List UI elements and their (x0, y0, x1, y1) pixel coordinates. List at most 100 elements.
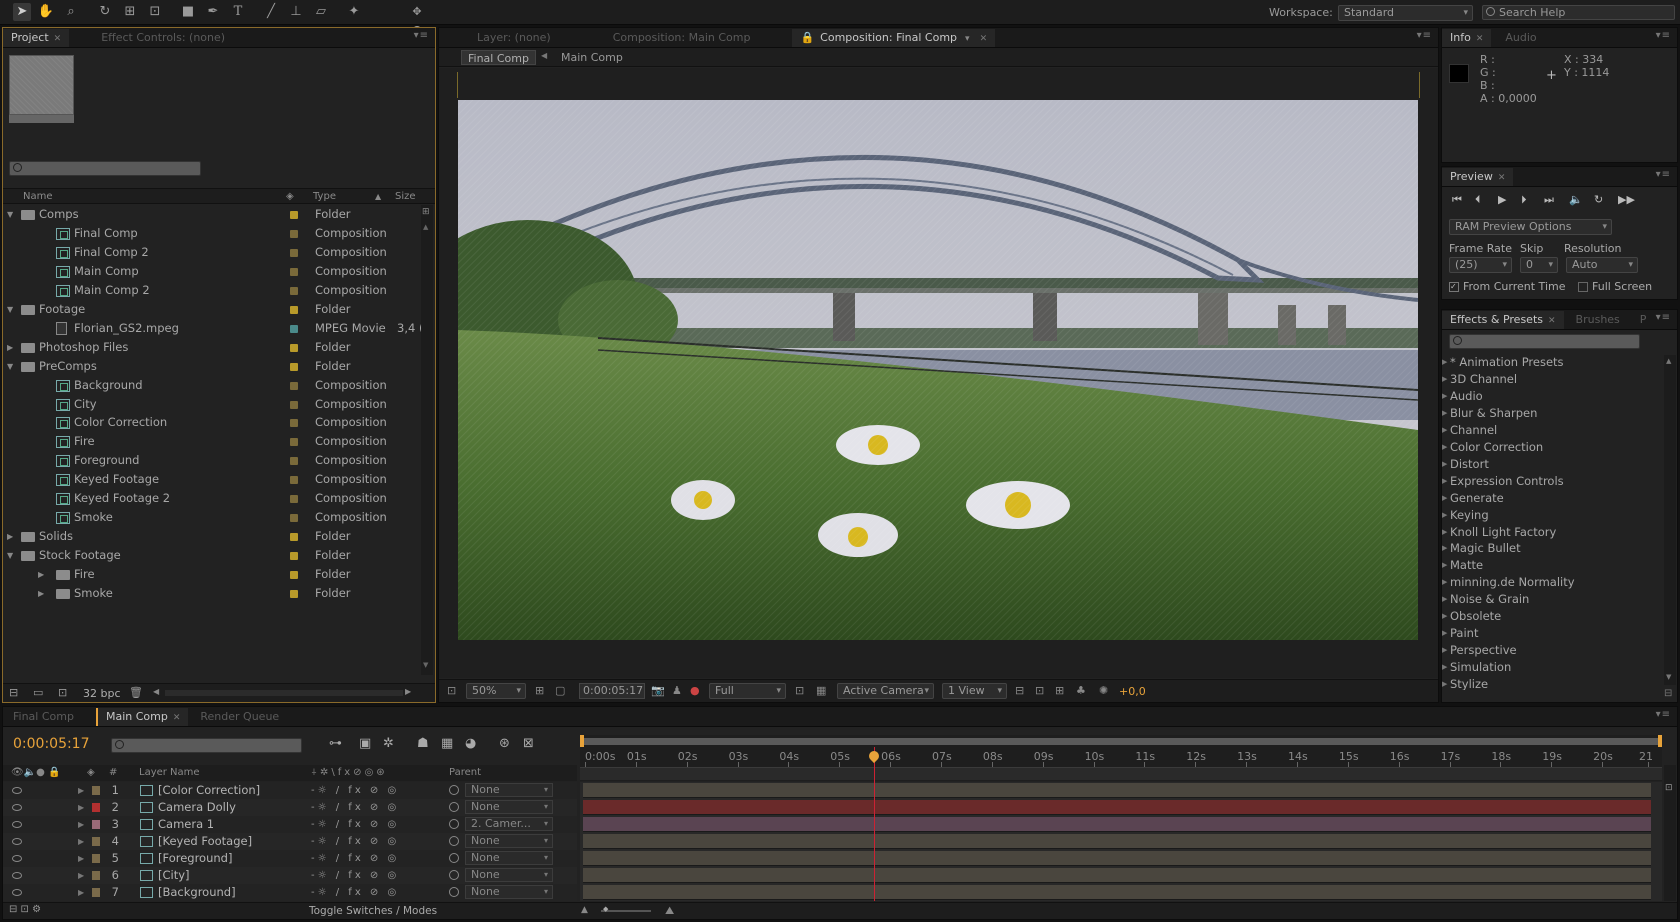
next-frame-icon[interactable]: ⏵ (1521, 193, 1527, 207)
resize-grip-icon[interactable]: ⊟ (1664, 688, 1672, 699)
twirl-open-icon[interactable]: ▼ (7, 357, 13, 376)
label-color-swatch[interactable] (290, 305, 298, 314)
project-item[interactable]: ▶ Fire Folder (3, 565, 395, 584)
breadcrumb-main-comp[interactable]: Main Comp (561, 51, 623, 64)
project-scrollbar[interactable]: ⊞ ▲ ▼ (421, 205, 433, 675)
work-area-end-icon[interactable] (1658, 735, 1662, 747)
label-color-swatch[interactable] (92, 820, 100, 829)
project-item[interactable]: Smoke Composition (3, 508, 395, 527)
label-color-swatch[interactable] (290, 457, 298, 466)
effects-category[interactable]: ▶ Magic Bullet (1442, 540, 1521, 557)
twirl-closed-icon[interactable]: ▶ (1442, 642, 1447, 659)
effects-category[interactable]: ▶ Distort (1442, 456, 1489, 473)
zoom-out-icon[interactable]: ▲ (581, 905, 588, 915)
twirl-closed-icon[interactable]: ▶ (1442, 405, 1447, 422)
full-screen-checkbox[interactable] (1578, 282, 1588, 292)
preview-resolution-select[interactable]: Auto (1566, 257, 1638, 273)
layer-duration-bar[interactable] (583, 783, 1651, 798)
selection-tool-icon[interactable]: ➤ (13, 3, 31, 21)
layer-name[interactable]: Camera Dolly (158, 799, 236, 816)
layer-duration-bar[interactable] (583, 817, 1651, 832)
twirl-closed-icon[interactable]: ▶ (1442, 676, 1447, 690)
project-item[interactable]: Main Comp 2 Composition (3, 281, 395, 300)
always-preview-icon[interactable]: ⊡ (447, 684, 456, 697)
puppet-pin-tool-icon[interactable]: ✦ (345, 3, 363, 21)
toggle-switches-modes-button[interactable]: Toggle Switches / Modes (309, 905, 437, 917)
layer-switches-icon[interactable]: -☼ / fx ⊘ ◎ (311, 867, 399, 884)
tab-main-comp[interactable]: Composition: Main Comp (605, 29, 759, 47)
project-item[interactable]: Keyed Footage 2 Composition (3, 489, 395, 508)
effects-category[interactable]: ▶ Color Correction (1442, 439, 1543, 456)
hand-tool-icon[interactable]: ✋ (37, 3, 55, 21)
clone-stamp-tool-icon[interactable]: ⊥ (287, 3, 305, 21)
effects-category[interactable]: ▶ 3D Channel (1442, 371, 1517, 388)
work-area-start-icon[interactable] (580, 735, 584, 747)
label-color-swatch[interactable] (290, 211, 298, 219)
layer-switches-icon[interactable]: -☼ / fx ⊘ ◎ (311, 799, 399, 816)
label-color-swatch[interactable] (290, 286, 298, 295)
layer-switches-icon[interactable]: -☼ / fx ⊘ ◎ (311, 850, 399, 867)
twirl-closed-icon[interactable]: ▶ (1442, 540, 1447, 557)
pickwhip-icon[interactable] (449, 887, 459, 897)
layer-duration-bar[interactable] (583, 868, 1651, 883)
previous-frame-icon[interactable]: ⏴ (1475, 193, 1481, 207)
layer-switches-icon[interactable]: -☼ / fx ⊘ ◎ (311, 833, 399, 850)
twirl-closed-icon[interactable]: ▶ (1442, 456, 1447, 473)
composition-viewer[interactable] (439, 68, 1438, 678)
parent-select[interactable]: None (465, 851, 553, 865)
layer-duration-bar[interactable] (583, 834, 1651, 849)
project-item[interactable]: ▶ Solids Folder (3, 527, 395, 546)
layer-name[interactable]: [Foreground] (158, 850, 232, 867)
tab-final-comp[interactable]: 🔒 Composition: Final Comp ▾ ✕ (792, 28, 996, 47)
scroll-left-icon[interactable]: ◀ (153, 687, 159, 696)
layer-duration-bar[interactable] (583, 800, 1651, 815)
draft-3d-icon[interactable]: ✲ (383, 736, 394, 751)
tab-paragraph[interactable]: P (1632, 311, 1655, 329)
tab-dropdown-icon[interactable]: ▾ (965, 34, 970, 44)
last-frame-icon[interactable]: ⏭ (1544, 193, 1554, 207)
tab-info[interactable]: Info ✕ (1442, 28, 1492, 47)
pen-tool-icon[interactable]: ✒ (204, 3, 222, 21)
label-color-swatch[interactable] (92, 837, 100, 846)
project-item[interactable]: Florian_GS2.mpeg MPEG Movie 3,4 ( (3, 319, 421, 338)
tab-main-comp-timeline[interactable]: Main Comp ✕ (95, 707, 189, 726)
timeline-tracks[interactable] (580, 782, 1662, 901)
parent-select[interactable]: None (465, 800, 553, 814)
effects-category[interactable]: ▶ Paint (1442, 625, 1478, 642)
timeline-current-time[interactable]: 0:00:05:17 (13, 736, 90, 752)
twirl-closed-icon[interactable]: ▶ (78, 884, 84, 901)
tab-effect-controls[interactable]: Effect Controls: (none) (93, 29, 233, 47)
label-color-swatch[interactable] (290, 248, 298, 257)
layer-switches-icon[interactable]: -☼ / fx ⊘ ◎ (311, 816, 399, 833)
layer-duration-bar[interactable] (583, 885, 1651, 900)
label-color-swatch[interactable] (290, 552, 298, 561)
effects-category[interactable]: ▶ Generate (1442, 490, 1504, 507)
new-comp-icon[interactable]: ⊡ (58, 686, 67, 699)
project-item[interactable]: ▶ Photoshop Files Folder (3, 338, 395, 357)
pickwhip-icon[interactable] (449, 836, 459, 846)
current-time-field[interactable]: 0:00:05:17 (579, 683, 645, 699)
ram-preview-icon[interactable]: ▶▶ (1618, 193, 1635, 206)
twirl-closed-icon[interactable]: ▶ (1442, 354, 1447, 371)
channel-icon[interactable]: ● (690, 684, 700, 697)
pickwhip-icon[interactable] (449, 802, 459, 812)
label-color-swatch[interactable] (92, 786, 100, 795)
effects-category[interactable]: ▶ Channel (1442, 422, 1497, 439)
layer-name[interactable]: Camera 1 (158, 816, 214, 833)
tab-effects-presets[interactable]: Effects & Presets ✕ (1442, 310, 1564, 329)
close-icon[interactable]: ✕ (1498, 173, 1506, 183)
label-color-swatch[interactable] (290, 419, 298, 428)
new-folder-icon[interactable]: ▭ (33, 686, 43, 699)
horizontal-scrollbar[interactable] (165, 690, 403, 696)
brainstorm-icon[interactable]: ⊛ (499, 736, 510, 751)
project-item[interactable]: Color Correction Composition (3, 413, 395, 432)
interpret-footage-icon[interactable]: ⊟ (9, 686, 18, 699)
project-item[interactable]: Fire Composition (3, 432, 395, 451)
timeline-icon[interactable]: ⊞ (1055, 684, 1064, 697)
scroll-down-icon[interactable]: ▼ (1666, 673, 1671, 681)
search-help-field[interactable]: Search Help (1482, 5, 1675, 20)
tab-render-queue[interactable]: Render Queue (192, 708, 287, 726)
twirl-closed-icon[interactable]: ▶ (1442, 490, 1447, 507)
first-frame-icon[interactable]: ⏮ (1452, 193, 1462, 207)
project-item[interactable]: ▼ Comps Folder (3, 205, 395, 224)
